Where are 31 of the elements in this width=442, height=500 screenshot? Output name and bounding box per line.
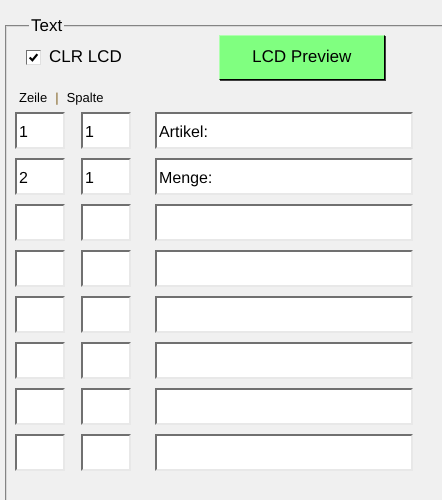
column-number-field[interactable]: 1 [81, 158, 131, 195]
text-field[interactable] [155, 296, 413, 333]
column-number-field[interactable] [81, 296, 131, 333]
group-title: Text [30, 16, 64, 36]
text-field[interactable] [155, 250, 413, 287]
row-number-field[interactable]: 2 [15, 158, 65, 195]
row-number-field[interactable] [15, 434, 65, 471]
text-field[interactable] [155, 204, 413, 241]
checkbox-box[interactable] [26, 50, 41, 64]
column-number-field[interactable] [81, 434, 131, 471]
column-header: Zeile [19, 90, 48, 107]
column-number-field[interactable] [81, 342, 131, 379]
lcd-preview-button[interactable]: LCD Preview [218, 34, 385, 80]
text-field[interactable]: Menge: [155, 158, 413, 195]
column-number-field[interactable] [81, 388, 131, 425]
row-number-field[interactable] [15, 388, 65, 425]
column-number-field[interactable] [81, 204, 131, 241]
header-separator: | [55, 90, 59, 107]
row-number-field[interactable] [15, 342, 65, 379]
text-field[interactable]: Artikel: [155, 112, 413, 149]
text-field[interactable] [155, 388, 413, 425]
clear-checkbox[interactable]: CLR LCD [26, 47, 122, 67]
row-number-field[interactable] [15, 204, 65, 241]
row-number-field[interactable] [15, 250, 65, 287]
text-field[interactable] [155, 434, 413, 471]
column-number-field[interactable] [81, 250, 131, 287]
column-header: Spalte [66, 90, 104, 107]
row-number-field[interactable] [15, 296, 65, 333]
text-field[interactable] [155, 342, 413, 379]
column-number-field[interactable]: 1 [81, 112, 131, 149]
row-number-field[interactable]: 1 [15, 112, 65, 149]
